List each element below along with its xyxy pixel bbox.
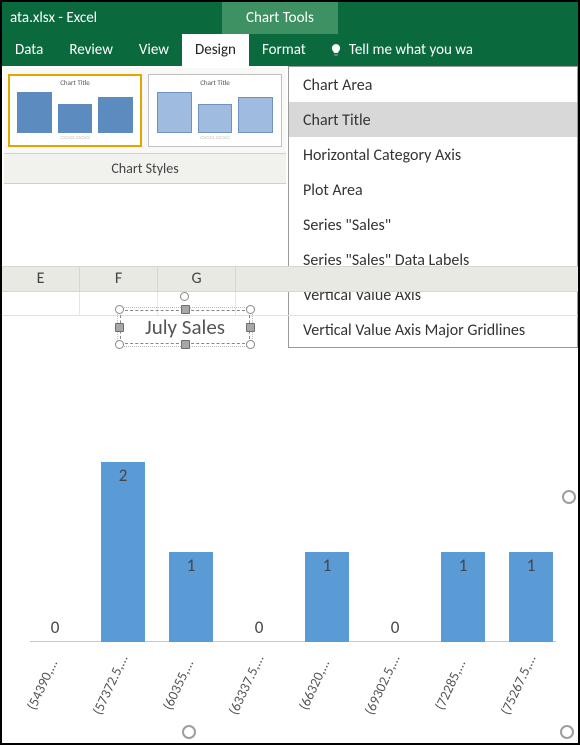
x-tick-label: (72285,... bbox=[428, 649, 473, 720]
resize-handle-ne[interactable] bbox=[246, 305, 255, 314]
resize-handle-se[interactable] bbox=[246, 340, 255, 349]
resize-handle-e[interactable] bbox=[246, 323, 255, 332]
tell-me-box[interactable]: Tell me what you wa bbox=[319, 34, 473, 66]
x-tick-label: (54390,... bbox=[20, 649, 65, 720]
x-tick-label: (63337.5,... bbox=[224, 649, 269, 720]
chart-style-thumb-2[interactable]: Chart Title ▭▭▭ ▭▭▭ bbox=[148, 74, 282, 147]
x-tick-label: (60355,... bbox=[156, 649, 201, 720]
col-header-f[interactable]: F bbox=[80, 266, 158, 292]
data-label: 1 bbox=[459, 555, 468, 576]
tab-format[interactable]: Format bbox=[249, 34, 319, 66]
chart-handle-se[interactable] bbox=[560, 725, 574, 739]
data-label: 0 bbox=[255, 617, 264, 638]
data-label: 0 bbox=[391, 617, 400, 638]
resize-handle-nw[interactable] bbox=[115, 305, 124, 314]
data-label: 2 bbox=[119, 465, 128, 486]
x-tick-label: (66320,... bbox=[292, 649, 337, 720]
x-tick-label: (75267.5,... bbox=[496, 649, 541, 720]
chart-handle-e[interactable] bbox=[562, 490, 576, 504]
embedded-chart[interactable]: July Sales 0(54390,...2(57372.5,...1(603… bbox=[12, 302, 566, 731]
tab-view[interactable]: View bbox=[126, 34, 182, 66]
chart-title-box[interactable]: July Sales bbox=[120, 310, 250, 344]
chart-styles-label[interactable]: Chart Styles bbox=[4, 154, 286, 184]
dd-horizontal-category-axis[interactable]: Horizontal Category Axis bbox=[289, 137, 577, 172]
tell-me-text: Tell me what you wa bbox=[349, 41, 473, 59]
bar-7[interactable]: 1(75267.5,... bbox=[506, 552, 556, 642]
tab-design[interactable]: Design bbox=[182, 34, 249, 66]
data-label: 1 bbox=[187, 555, 196, 576]
title-bar: ata.xlsx - Excel Chart Tools bbox=[2, 2, 578, 34]
ribbon-tabs: Data Review View Design Format Tell me w… bbox=[2, 34, 578, 66]
contextual-tab-label: Chart Tools bbox=[222, 2, 338, 34]
chart-style-thumb-1[interactable]: Chart Title ▭▭▭ ▭▭▭ bbox=[8, 74, 142, 147]
bar-4[interactable]: 1(66320,... bbox=[302, 552, 352, 642]
resize-handle-w[interactable] bbox=[115, 323, 124, 332]
title-top-handle[interactable] bbox=[180, 292, 189, 301]
plot-area[interactable]: 0(54390,...2(57372.5,...1(60355,...0(633… bbox=[30, 382, 556, 642]
bar-1[interactable]: 2(57372.5,... bbox=[98, 462, 148, 642]
dd-chart-area[interactable]: Chart Area bbox=[289, 67, 577, 102]
col-header-e[interactable]: E bbox=[2, 266, 80, 292]
lightbulb-icon bbox=[329, 43, 343, 57]
selection-outline bbox=[120, 310, 250, 344]
resize-handle-n[interactable] bbox=[181, 305, 190, 314]
resize-handle-sw[interactable] bbox=[115, 340, 124, 349]
tab-review[interactable]: Review bbox=[56, 34, 126, 66]
x-tick-label: (57372.5,... bbox=[88, 649, 133, 720]
bar-rect[interactable] bbox=[101, 462, 145, 642]
tab-data[interactable]: Data bbox=[2, 34, 56, 66]
bar-6[interactable]: 1(72285,... bbox=[438, 552, 488, 642]
bar-2[interactable]: 1(60355,... bbox=[166, 552, 216, 642]
dd-chart-title[interactable]: Chart Title bbox=[289, 102, 577, 137]
data-label: 1 bbox=[323, 555, 332, 576]
data-label: 1 bbox=[527, 555, 536, 576]
column-headers: E F G bbox=[2, 266, 578, 292]
dd-series-sales[interactable]: Series "Sales" bbox=[289, 207, 577, 242]
x-tick-label: (69302.5,... bbox=[360, 649, 405, 720]
data-label: 0 bbox=[51, 617, 60, 638]
window-title: ata.xlsx - Excel bbox=[2, 2, 222, 34]
chart-styles-gallery: Chart Title ▭▭▭ ▭▭▭ Chart Title ▭▭▭ ▭▭▭ … bbox=[4, 68, 286, 184]
dd-plot-area[interactable]: Plot Area bbox=[289, 172, 577, 207]
resize-handle-s[interactable] bbox=[181, 340, 190, 349]
col-header-g[interactable]: G bbox=[158, 266, 236, 292]
chart-handle-s[interactable] bbox=[182, 725, 196, 739]
